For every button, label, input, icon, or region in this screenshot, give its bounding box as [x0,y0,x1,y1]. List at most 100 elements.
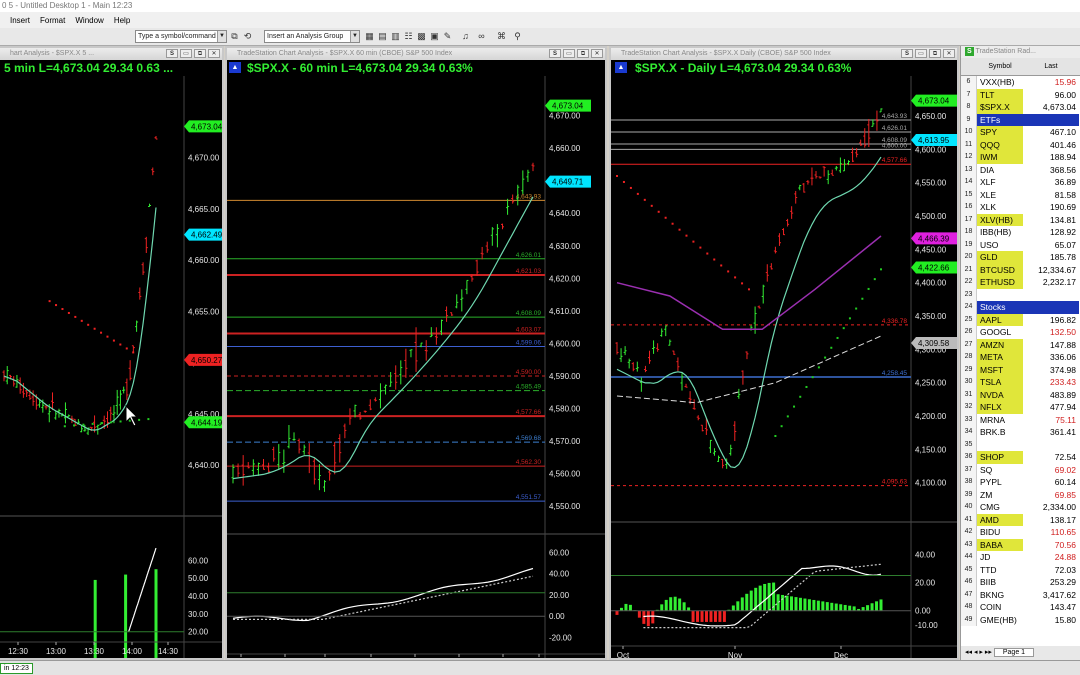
symbol-cell[interactable]: GLD [977,251,1023,264]
symbol-cell[interactable]: META [977,351,1023,364]
symbol-cell[interactable]: BIIB [977,576,1023,589]
watchlist-window[interactable]: S TradeStation Rad... Symbol Last 6 VXX(H… [960,46,1080,660]
table-row[interactable]: 6 VXX(HB) 15.96 [961,76,1080,89]
close-icon[interactable]: ✕ [208,49,220,58]
section-header[interactable]: 24 Stocks [961,301,1080,314]
symbol-cell[interactable]: TLT [977,88,1023,101]
symbol-cell[interactable]: Stocks [977,301,1079,314]
list-icon[interactable]: ☷ [403,30,414,43]
table-row[interactable]: 26 GOOGL 132.50 [961,326,1080,339]
grid-icon[interactable]: ▦ [364,30,375,43]
binoculars-icon[interactable]: ∞ [476,30,487,43]
symbol-link-icon[interactable]: S [965,47,974,56]
symbol-cell[interactable] [977,289,1023,302]
table-row[interactable]: 38 PYPL 60.14 [961,476,1080,489]
table-row[interactable]: 22 ETHUSD 2,232.17 [961,276,1080,289]
symbol-cell[interactable]: DIA [977,164,1023,177]
table-row[interactable]: 8 $SPX.X 4,673.04 [961,101,1080,114]
chart-window-daily[interactable]: TradeStation Chart Analysis - $SPX.X Dai… [609,46,959,660]
table-row[interactable]: 37 SQ 69.02 [961,463,1080,476]
chevron-down-icon[interactable]: ▼ [350,31,359,42]
symbol-cell[interactable]: ETHUSD [977,276,1023,289]
symbol-cell[interactable]: BRK.B [977,426,1023,439]
chart-daily-plot[interactable]: 4,650.00 4,600.00 4,550.00 4,500.00 4,450.00… [611,76,957,658]
symbol-cell[interactable]: GME(HB) [977,614,1023,627]
menu-window[interactable]: Window [75,16,103,25]
symbol-cell[interactable]: BTCUSD [977,263,1023,276]
symbol-cell[interactable]: SPY [977,126,1023,139]
symbol-cell[interactable]: AAPL [977,313,1023,326]
table-row[interactable]: 34 BRK.B 361.41 [961,426,1080,439]
analysis-group-input[interactable]: Insert an Analysis Group ▼ [264,30,360,43]
symbol-cell[interactable]: AMZN [977,338,1023,351]
symbol-cell[interactable]: NVDA [977,388,1023,401]
symbol-cell[interactable]: SHOP [977,451,1023,464]
table-row[interactable]: 25 AAPL 196.82 [961,313,1080,326]
chart-60min-plot[interactable]: 4,670.004,660.004,650.004,640.004,630.00… [227,76,605,658]
table-row[interactable]: 7 TLT 96.00 [961,88,1080,101]
table-row[interactable]: 32 NFLX 477.94 [961,401,1080,414]
symbol-link-icon[interactable]: S [549,49,561,58]
menu-insert[interactable]: Insert [10,16,30,25]
table-row[interactable]: 13 DIA 368.56 [961,163,1080,177]
symbol-cell[interactable]: IBB(HB) [977,226,1023,239]
table-row[interactable]: 30 TSLA 233.43 [961,376,1080,389]
symbol-cell[interactable]: XLE [977,189,1023,202]
chart-window-60min[interactable]: TradeStation Chart Analysis - $SPX.X 60 … [225,46,607,660]
symbol-cell[interactable]: PYPL [977,476,1023,489]
table-row[interactable]: 16 XLK 190.69 [961,201,1080,214]
symbol-cell[interactable]: AMD [977,513,1023,526]
watchlist-titlebar[interactable]: S TradeStation Rad... [961,46,1080,58]
table-row[interactable]: 44 JD 24.88 [961,551,1080,564]
close-icon[interactable]: ✕ [943,49,955,58]
table-row[interactable]: 28 META 336.06 [961,351,1080,364]
close-icon[interactable]: ✕ [591,49,603,58]
table-row[interactable]: 14 XLF 36.89 [961,176,1080,189]
symbol-cell[interactable]: IWM [977,151,1023,164]
pin-icon[interactable]: ⚲ [512,30,523,43]
symbol-cell[interactable]: TSLA [977,376,1023,389]
symbol-cell[interactable]: BKNG [977,589,1023,602]
symbol-cell[interactable] [977,439,1023,452]
table-row[interactable]: 18 IBB(HB) 128.92 [961,226,1080,239]
table-row[interactable]: 21 BTCUSD 12,334.67 [961,263,1080,276]
window-titlebar[interactable]: hart Analysis - $SPX.X 5 ... S ▭ ⧉ ✕ [0,48,222,60]
table-row[interactable]: 15 XLE 81.58 [961,188,1080,202]
symbol-cell[interactable]: VXX(HB) [977,76,1023,89]
column-symbol[interactable]: Symbol [977,58,1023,75]
table-row[interactable]: 19 USO 65.07 [961,238,1080,251]
table-row[interactable]: 17 XLV(HB) 134.81 [961,213,1080,226]
symbol-cell[interactable]: ZM [977,489,1023,502]
table-row[interactable]: 11 QQQ 401.46 [961,138,1080,151]
symbol-cell[interactable]: NFLX [977,401,1023,414]
table-row[interactable]: 42 BIDU 110.65 [961,526,1080,539]
chevron-down-icon[interactable]: ▼ [217,31,226,42]
menu-help[interactable]: Help [114,16,130,25]
table-row[interactable]: 20 GLD 185.78 [961,251,1080,264]
symbol-input[interactable]: Type a symbol/command ▼ [135,30,227,43]
column-last[interactable]: Last [1023,58,1079,75]
table-row[interactable]: 48 COIN 143.47 [961,601,1080,614]
workspace-tab[interactable]: in 12:23 [0,663,33,674]
table-row[interactable]: 12 IWM 188.94 [961,151,1080,164]
symbol-cell[interactable]: GOOGL [977,326,1023,339]
table-row[interactable]: 36 SHOP 72.54 [961,451,1080,464]
table-row[interactable]: 31 NVDA 483.89 [961,388,1080,401]
restore-icon[interactable]: ⧉ [929,49,941,58]
table-row[interactable]: 35 [961,438,1080,452]
menu-format[interactable]: Format [40,16,65,25]
symbol-cell[interactable]: JD [977,551,1023,564]
table-row[interactable]: 10 SPY 467.10 [961,126,1080,139]
minimize-icon[interactable]: ▭ [180,49,192,58]
symbol-cell[interactable]: COIN [977,601,1023,614]
table-row[interactable]: 40 CMG 2,334.00 [961,501,1080,514]
chart-icon[interactable]: ▥ [390,30,401,43]
minimize-icon[interactable]: ▭ [915,49,927,58]
symbol-cell[interactable]: BIDU [977,526,1023,539]
table-icon[interactable]: ▤ [377,30,388,43]
symbol-cell[interactable]: TTD [977,564,1023,577]
table-row[interactable]: 39 ZM 69.85 [961,488,1080,502]
bell-icon[interactable]: ♫ [460,30,471,43]
restore-icon[interactable]: ⧉ [577,49,589,58]
table-row[interactable]: 45 TTD 72.03 [961,563,1080,577]
